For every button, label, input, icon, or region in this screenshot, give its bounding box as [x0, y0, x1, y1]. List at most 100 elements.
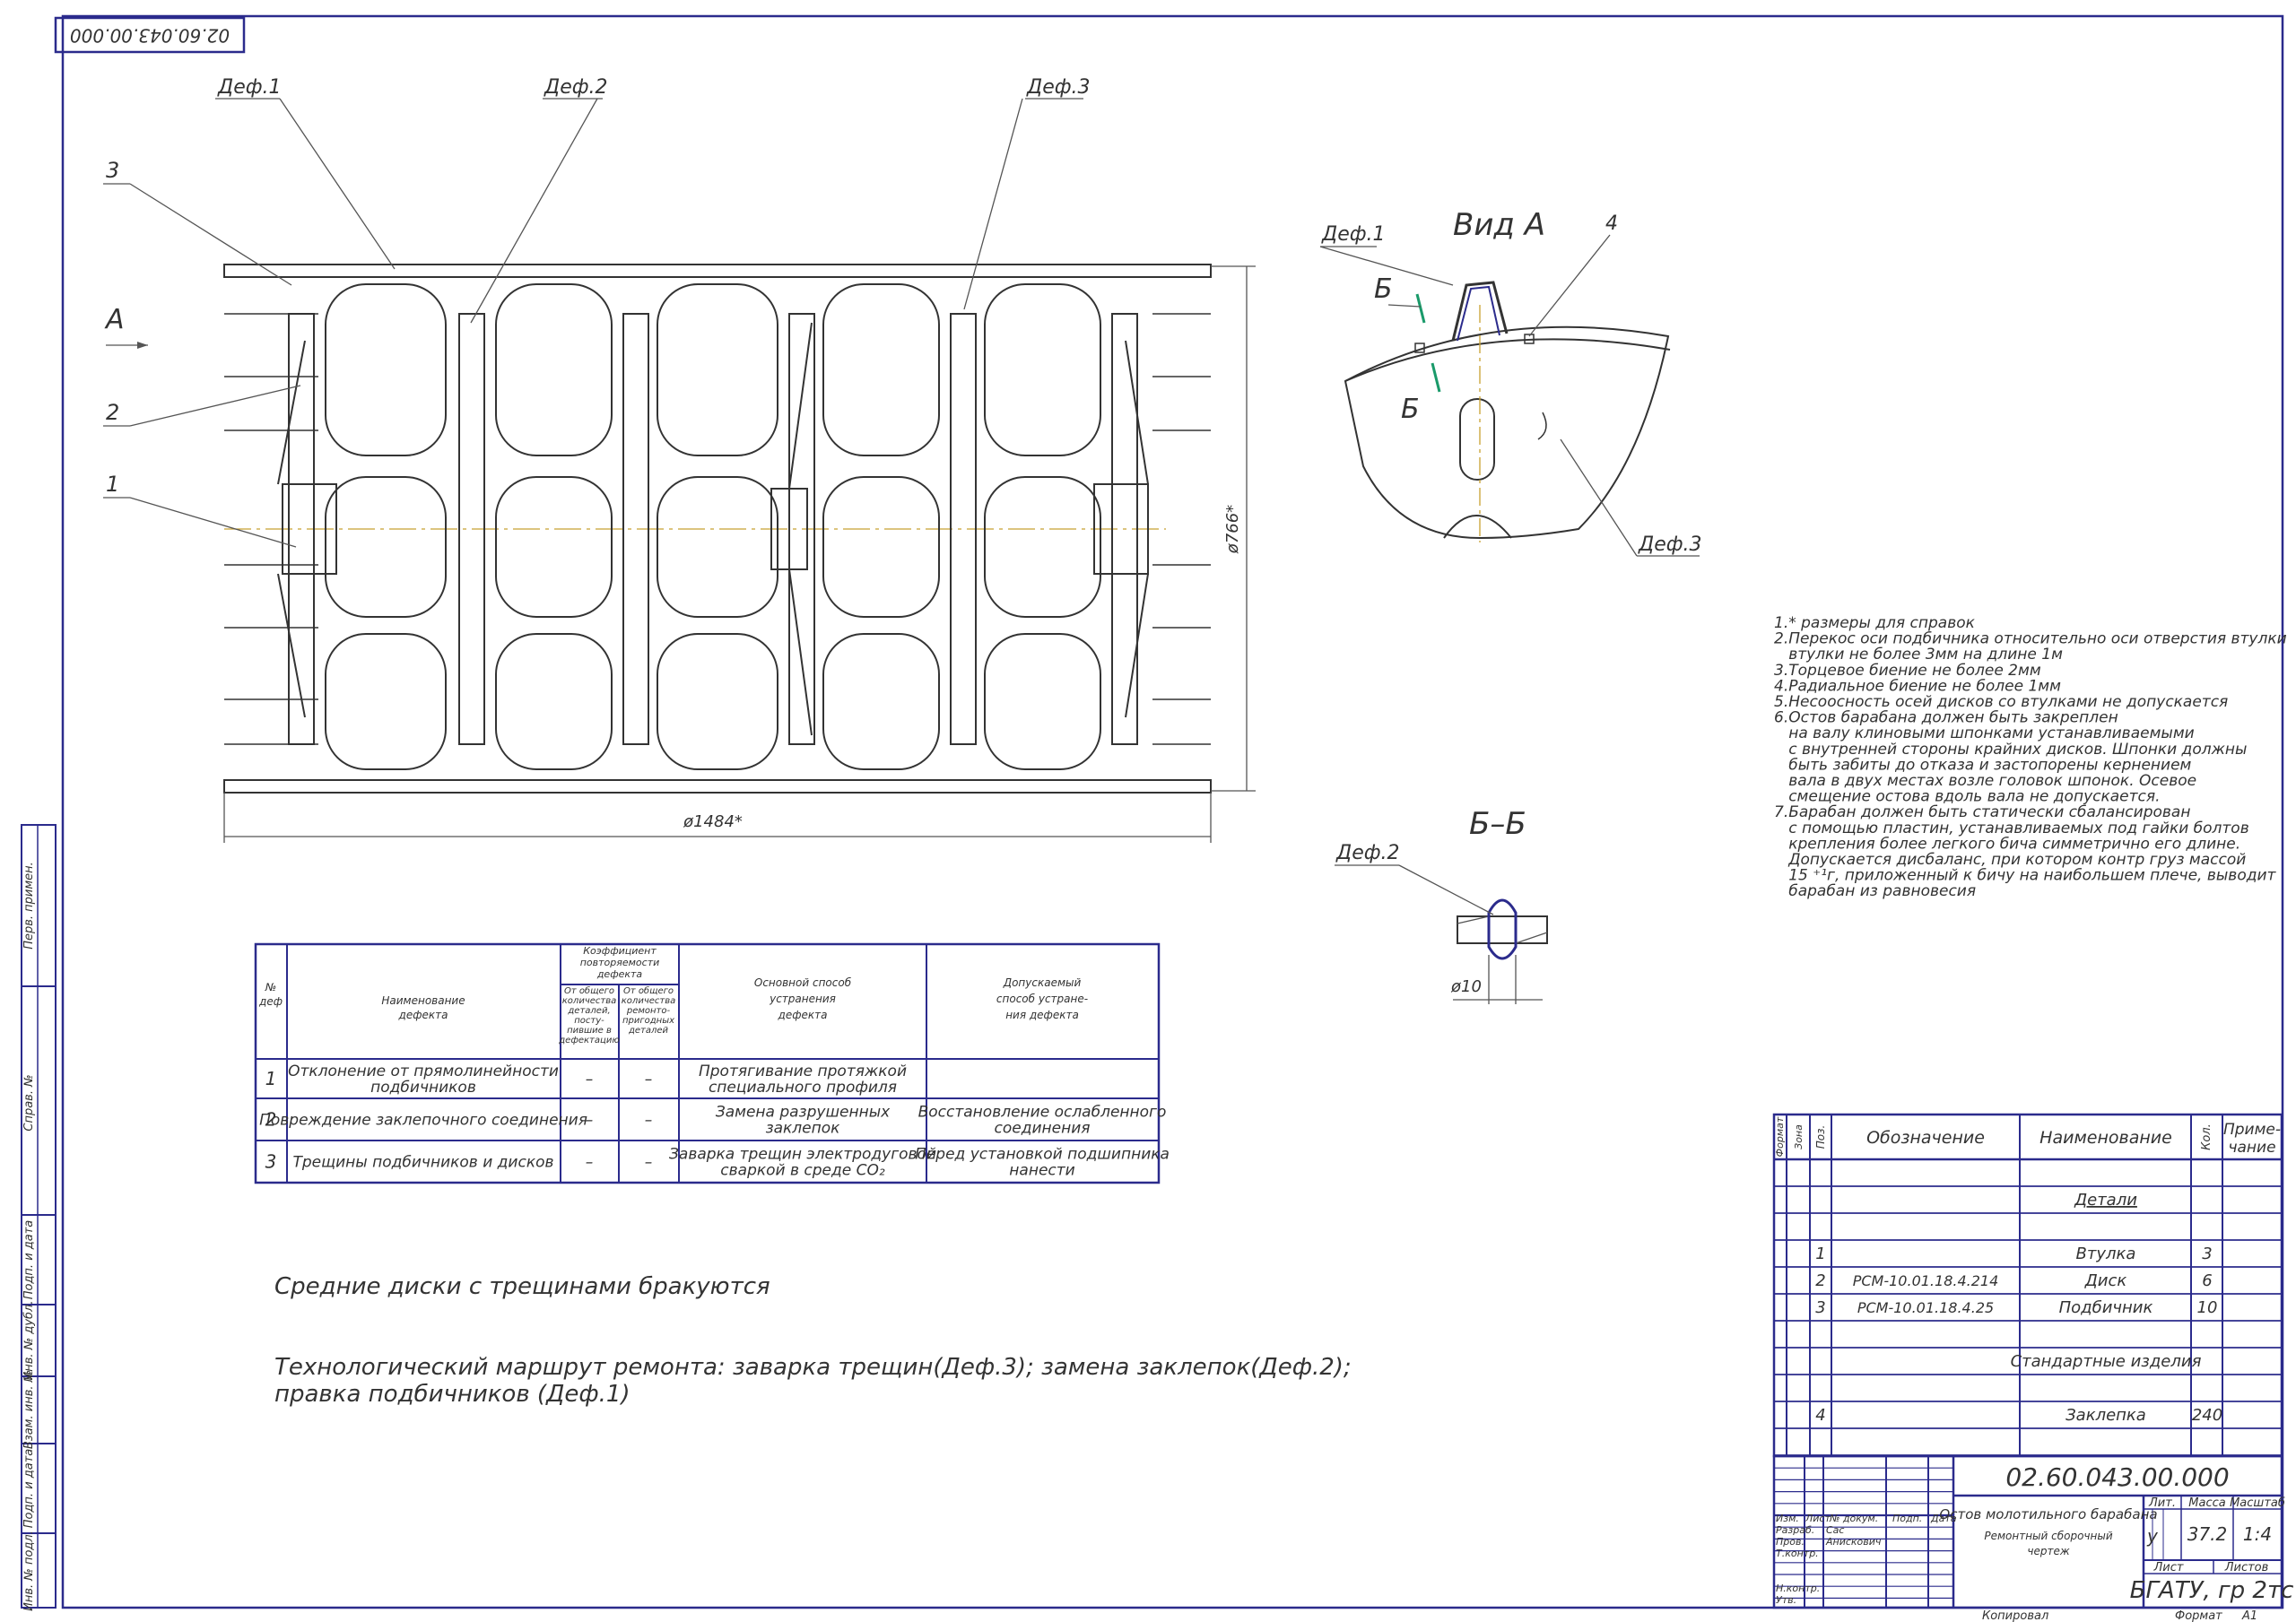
- drum-cell: [495, 633, 613, 770]
- drum-cell: [495, 476, 613, 618]
- drum-cell: [325, 633, 447, 770]
- defect-row-name: Трещины подбичников и дисков: [292, 1154, 553, 1172]
- side-label-2: Справ. №: [22, 1074, 36, 1131]
- top-stamp: 02.60.043.00.000: [54, 16, 246, 54]
- defect-table: № деф Наименование дефекта Коэффициентповтор…: [254, 942, 1170, 1184]
- defect-row-method: сваркой в среде CO₂: [720, 1162, 885, 1180]
- technical-notes: 1.* размеры для справок2.Перекос оси под…: [1774, 614, 2287, 900]
- defect-row-coef-a: –: [586, 1112, 594, 1130]
- defect-row-no: 1: [265, 1068, 277, 1089]
- defect-row-allowed: Перед установкой подшипника: [915, 1146, 1170, 1164]
- spec-header-name: Наименование: [2039, 1128, 2172, 1148]
- format-label: Формат: [2175, 1609, 2222, 1622]
- tb-name-2: Ремонтный сборочный: [1984, 1530, 2112, 1542]
- defect-row-coef-b: –: [645, 1112, 653, 1130]
- tb-role-utv: Утв.: [1776, 1594, 1796, 1606]
- defect-row-method: Заварка трещин электродуговой: [669, 1146, 936, 1164]
- drum-cell: [325, 476, 447, 618]
- defect-header-method: Основной способ: [754, 976, 852, 989]
- copied-label: Копировал: [1982, 1609, 2048, 1622]
- spec-row-qty: 6: [2202, 1271, 2212, 1290]
- tb-scale: 1:4: [2243, 1523, 2272, 1545]
- defect-row-coef-a: –: [586, 1154, 594, 1172]
- spec-section-standard: Стандартные изделия: [2011, 1352, 2202, 1371]
- section-bb-def2: Деф.2: [1335, 842, 1400, 864]
- drum-cell: [657, 476, 778, 618]
- side-label-1: Перв. примен.: [22, 862, 36, 950]
- leader-def3: Деф.3: [1026, 76, 1091, 99]
- defect-header-allowed: Допускаемый: [1003, 976, 1082, 989]
- tb-name-prov: Анискович: [1825, 1536, 1882, 1548]
- defect-row-name: Повреждение заклепочного соединения: [259, 1112, 587, 1130]
- tb-role-razrab: Разраб.: [1776, 1524, 1814, 1536]
- spec-header-pos: Поз.: [1814, 1125, 1827, 1149]
- spec-std-qty: 240: [2192, 1406, 2222, 1425]
- defect-header-coef: повторяемости: [580, 957, 660, 968]
- side-label-5: Взам. инв. №: [22, 1370, 36, 1449]
- defect-header-coef-total: количества: [562, 996, 616, 1006]
- defect-row-allowed: Восстановление ослабленного: [918, 1104, 1167, 1122]
- drum-cell: [822, 476, 940, 618]
- tb-role-tkontr: Т.контр.: [1776, 1548, 1819, 1559]
- spec-header-note-2: чание: [2228, 1139, 2275, 1157]
- drum-cell: [984, 476, 1101, 618]
- tb-name-1: Остов молотильного барабана: [1939, 1506, 2157, 1522]
- top-stamp-text: 02.60.043.00.000: [70, 25, 230, 47]
- diameter-dim: ø766*: [1223, 505, 1242, 554]
- spec-row-pos: 1: [1815, 1245, 1825, 1263]
- defect-header-name: дефекта: [398, 1009, 448, 1021]
- defect-header-coef-total: От общего: [564, 985, 614, 996]
- view-a-cut-bottom: Б: [1401, 394, 1420, 425]
- tb-designation: 02.60.043.00.000: [2005, 1462, 2229, 1492]
- spec-row-qty: 10: [2197, 1298, 2218, 1317]
- defect-header-coef-repairable: количества: [622, 996, 675, 1006]
- spec-std-name: Заклепка: [2066, 1406, 2146, 1425]
- spec-row-designation: РСМ-10.01.18.4.25: [1857, 1299, 1994, 1316]
- drum-cell: [325, 283, 447, 456]
- side-label-4: Инв. № дубл.: [22, 1301, 36, 1381]
- section-bb-title: Б–Б: [1469, 806, 1526, 842]
- defect-header-no: деф: [258, 995, 283, 1008]
- leader-def1: Деф.1: [217, 76, 282, 99]
- spec-section-parts: Детали: [2074, 1191, 2137, 1210]
- view-a-cut-top: Б: [1374, 273, 1393, 305]
- spec-header-zone: Зона: [1793, 1124, 1805, 1149]
- note-line: барабан из равновесия: [1774, 882, 1976, 900]
- view-a-title: Вид А: [1453, 207, 1545, 243]
- side-label-3: Подп. и дата: [22, 1220, 36, 1300]
- defect-row-coef-b: –: [645, 1071, 653, 1089]
- tb-name-razrab: Сас: [1826, 1524, 1844, 1536]
- drum-cell: [495, 283, 613, 456]
- defect-header-coef: дефекта: [596, 968, 643, 980]
- tb-col-sign: Подп.: [1892, 1513, 1922, 1524]
- defect-row-method: заклепок: [766, 1120, 841, 1138]
- remark-route-line1: Технологический маршрут ремонта: заварка…: [274, 1354, 1352, 1381]
- leader-pos2: 2: [106, 400, 119, 425]
- defect-header-allowed: способ устране-: [996, 993, 1088, 1005]
- drawing-sheet: 02.60.043.00.000 Перв. примен. Справ. № …: [21, 14, 2293, 1622]
- drum-cell: [984, 633, 1101, 770]
- drum-cell: [657, 633, 778, 770]
- view-mark-a: А: [104, 304, 125, 335]
- view-a-def3: Деф.3: [1638, 533, 1702, 556]
- tb-name-3: чертеж: [2027, 1545, 2069, 1557]
- drum-main-view: ø766* ø1484* А Деф.1 Деф.2 Деф.3 3 2 1: [103, 76, 1256, 843]
- defect-header-coef: Коэффициент: [583, 945, 657, 957]
- drum-cell: [984, 283, 1101, 456]
- drum-cell: [822, 283, 940, 456]
- spec-table: Формат Зона Поз. Обозначение Наименование Кол…: [1772, 1113, 2283, 1458]
- spec-row-pos: 3: [1815, 1298, 1825, 1317]
- defect-row-no: 3: [265, 1151, 277, 1173]
- defect-header-coef-total: дефектацию: [558, 1036, 620, 1045]
- defect-row-method: Замена разрушенных: [716, 1104, 891, 1122]
- spec-row-qty: 3: [2202, 1245, 2212, 1263]
- defect-row-method: специального профиля: [709, 1079, 897, 1097]
- tb-col-date: Дата: [1930, 1513, 1957, 1524]
- spec-row-name: Подбичник: [2059, 1298, 2153, 1317]
- defect-header-allowed: ния дефекта: [1005, 1009, 1079, 1021]
- defect-header-coef-total: деталей,: [567, 1006, 610, 1016]
- spec-header-note: Приме-: [2223, 1121, 2281, 1139]
- tb-role-nkontr: Н.контр.: [1776, 1583, 1820, 1594]
- defect-header-coef-repairable: деталей: [628, 1026, 669, 1036]
- tb-sheet-label: Лист: [2153, 1561, 2184, 1574]
